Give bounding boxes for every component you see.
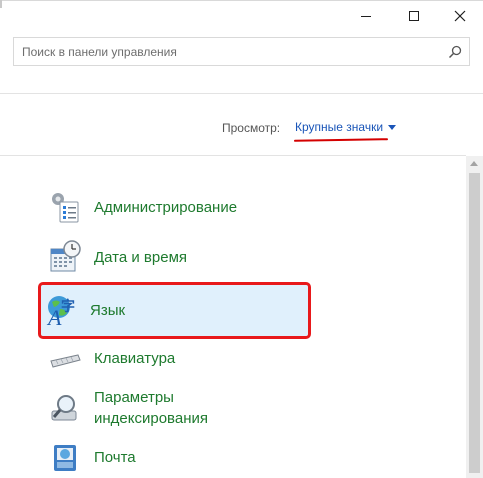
item-label: Администрирование: [94, 198, 238, 216]
close-button[interactable]: [437, 0, 483, 32]
svg-text:字: 字: [61, 298, 75, 314]
view-dropdown[interactable]: Крупные значки: [295, 120, 397, 134]
item-label: Дата и время: [94, 248, 188, 266]
keyboard-icon: [48, 341, 82, 375]
item-label: Клавиатура: [94, 349, 176, 367]
item-keyboard[interactable]: Клавиатура: [48, 338, 175, 378]
item-label: Почта: [94, 448, 136, 466]
chevron-down-icon: [388, 124, 397, 130]
calendar-clock-icon: [48, 240, 82, 274]
minimize-button[interactable]: [343, 0, 389, 32]
item-indexing-options[interactable]: Параметры индексирования: [48, 386, 224, 430]
view-selector: Просмотр: Крупные значки: [222, 118, 397, 138]
scroll-up-icon[interactable]: [470, 161, 478, 166]
item-label: Параметры индексирования: [94, 389, 208, 427]
item-mail[interactable]: Почта: [48, 437, 136, 477]
vertical-scrollbar[interactable]: [466, 156, 483, 478]
svg-text:A: A: [46, 305, 62, 327]
search-icon[interactable]: [448, 45, 462, 59]
scrollbar-thumb[interactable]: [469, 173, 480, 473]
view-dropdown-value: Крупные значки: [295, 120, 384, 134]
maximize-button[interactable]: [391, 0, 437, 32]
minimize-icon: [361, 15, 371, 17]
maximize-icon: [409, 11, 419, 21]
mail-icon: [48, 440, 82, 474]
item-label: Язык: [90, 301, 126, 319]
language-globe-icon: A 字: [44, 293, 78, 330]
view-label: Просмотр:: [222, 121, 281, 135]
indexing-magnifier-icon: [48, 391, 82, 425]
item-administration[interactable]: Администрирование: [48, 187, 237, 227]
title-bar: [0, 0, 483, 32]
red-underline-annotation: [293, 138, 389, 142]
item-language[interactable]: A 字 Язык: [44, 290, 125, 330]
control-panel-window: Просмотр: Крупные значки Администрирован…: [0, 0, 483, 478]
item-date-time[interactable]: Дата и время: [48, 237, 187, 277]
admin-tools-icon: [48, 190, 82, 224]
close-icon: [454, 10, 466, 22]
search-input[interactable]: [22, 44, 442, 60]
header-divider: [0, 93, 483, 94]
search-box[interactable]: [13, 37, 470, 66]
title-bar-edge: [0, 0, 2, 8]
